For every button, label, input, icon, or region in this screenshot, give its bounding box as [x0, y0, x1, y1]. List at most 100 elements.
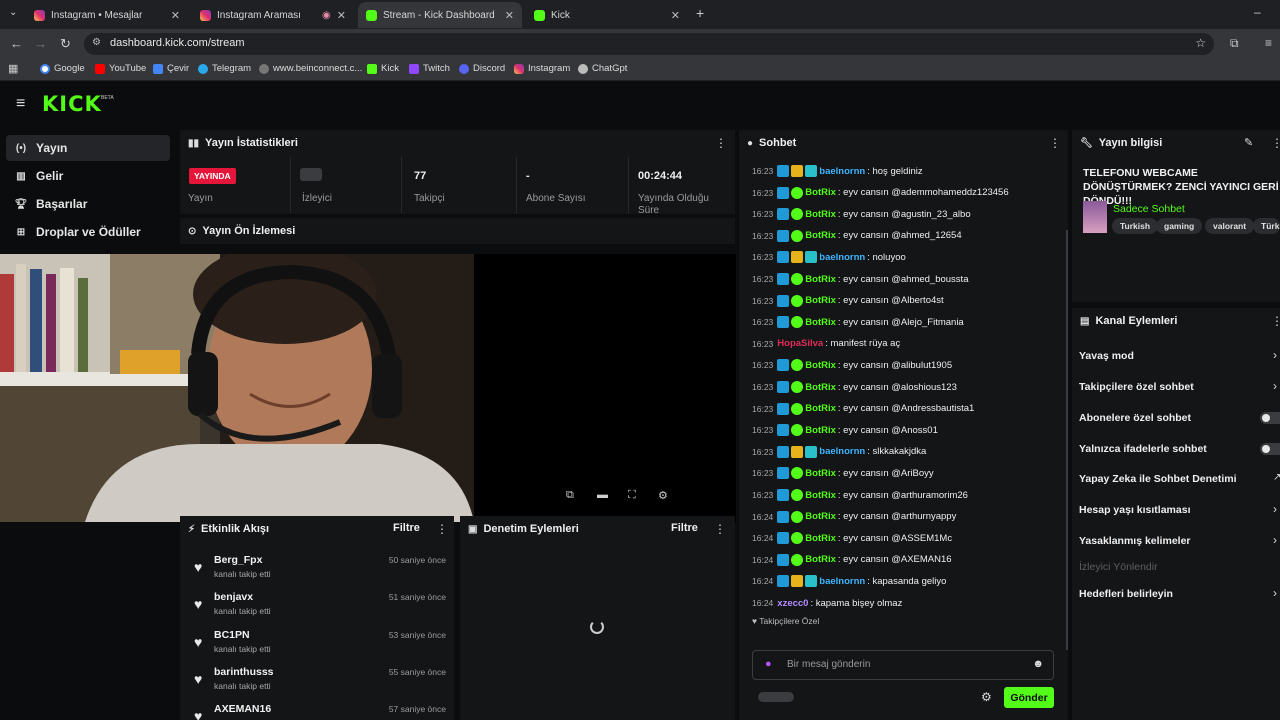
chat-username[interactable]: BotRix: [805, 403, 836, 414]
bookmark-google[interactable]: Google: [40, 63, 85, 74]
close-icon[interactable]: ✕: [171, 9, 180, 22]
tab-kick[interactable]: Kick ✕: [526, 2, 688, 28]
chat-username[interactable]: BotRix: [805, 230, 836, 241]
more-options-icon[interactable]: ⋮: [436, 522, 448, 536]
chevron-right-icon[interactable]: ›: [1273, 533, 1277, 547]
tag-pill[interactable]: Türk: [1253, 218, 1280, 234]
picture-in-picture-icon[interactable]: ⧉: [566, 489, 574, 502]
chat-username[interactable]: BotRix: [805, 274, 836, 285]
external-link-icon[interactable]: ↗: [1273, 472, 1280, 483]
chat-username[interactable]: xzecc0: [777, 598, 808, 609]
sidebar-item-revenue[interactable]: ▥ Gelir: [6, 163, 170, 189]
chevron-right-icon[interactable]: ›: [1273, 502, 1277, 516]
close-icon[interactable]: ✕: [671, 9, 680, 22]
bookmark-kick[interactable]: Kick: [367, 63, 399, 74]
forward-icon[interactable]: →: [34, 36, 47, 51]
chat-username[interactable]: HopaSilva: [777, 338, 823, 349]
chat-username[interactable]: baelnornn: [819, 252, 865, 263]
chat-message-input[interactable]: ● Bir mesaj gönderin ☻: [752, 650, 1054, 680]
tag-pill[interactable]: valorant: [1205, 218, 1255, 234]
back-icon[interactable]: ←: [10, 36, 23, 51]
tag-pill[interactable]: Turkish: [1112, 218, 1159, 234]
close-icon[interactable]: ✕: [337, 9, 346, 22]
action-banned-words[interactable]: Yasaklanmış kelimeler: [1079, 535, 1191, 547]
minimize-icon[interactable]: –: [1254, 5, 1261, 19]
category-link[interactable]: Sadece Sohbet: [1113, 203, 1185, 215]
chat-username[interactable]: baelnornn: [819, 166, 865, 177]
chevron-right-icon[interactable]: ›: [1273, 348, 1277, 362]
bookmark-translate[interactable]: Çevir: [153, 63, 189, 74]
bookmark-beinconnect[interactable]: www.beinconnect.c...: [259, 63, 362, 74]
chat-username[interactable]: BotRix: [805, 360, 836, 371]
apps-grid-icon[interactable]: ▦: [8, 62, 18, 75]
chevron-right-icon[interactable]: ›: [1273, 379, 1277, 393]
site-info-icon[interactable]: ⚙: [92, 37, 101, 48]
tab-kick-dashboard[interactable]: Stream - Kick Dashboard ✕: [358, 2, 522, 28]
bookmark-star-icon[interactable]: ☆: [1195, 36, 1206, 50]
chat-username[interactable]: BotRix: [805, 187, 836, 198]
more-options-icon[interactable]: ⋮: [1049, 136, 1061, 150]
action-ai-moderation[interactable]: Yapay Zeka ile Sohbet Denetimi: [1079, 473, 1237, 485]
new-tab-icon[interactable]: +: [696, 5, 704, 21]
subscribers-only-toggle[interactable]: [1260, 412, 1280, 424]
theater-mode-icon[interactable]: ▬: [597, 489, 608, 501]
edit-pencil-icon[interactable]: ✎: [1244, 136, 1253, 149]
hamburger-menu-icon[interactable]: ≡: [16, 95, 25, 113]
chat-username[interactable]: BotRix: [805, 209, 836, 220]
sidebar-item-achievements[interactable]: 🏆︎ Başarılar: [6, 191, 170, 217]
chat-username[interactable]: BotRix: [805, 317, 836, 328]
chat-username[interactable]: BotRix: [805, 554, 836, 565]
activity-filter-button[interactable]: Filtre: [393, 522, 420, 534]
crown-badge-icon: [791, 445, 804, 458]
chat-badge-toggle-icon[interactable]: [758, 692, 794, 702]
chat-username[interactable]: BotRix: [805, 382, 836, 393]
kick-logo[interactable]: KICK: [42, 92, 102, 116]
chat-username[interactable]: baelnornn: [819, 446, 865, 457]
more-options-icon[interactable]: ⋮: [714, 522, 726, 536]
emoji-icon[interactable]: ☻: [1032, 658, 1044, 670]
action-followers-only[interactable]: Takipçilere özel sohbet: [1079, 381, 1194, 393]
tab-list-chevron-icon[interactable]: ⌄: [9, 7, 17, 18]
bookmark-youtube[interactable]: YouTube: [95, 63, 146, 74]
fullscreen-icon[interactable]: ⛶: [628, 489, 636, 502]
moderation-filter-button[interactable]: Filtre: [671, 522, 698, 534]
settings-gear-icon[interactable]: ⚙: [658, 489, 668, 502]
chat-username[interactable]: BotRix: [805, 468, 836, 479]
chat-username[interactable]: BotRix: [805, 295, 836, 306]
emotes-only-toggle[interactable]: [1260, 443, 1280, 455]
tag-pill[interactable]: gaming: [1156, 218, 1203, 234]
action-emotes-only[interactable]: Yalnızca ifadelerle sohbet: [1079, 443, 1207, 455]
more-options-icon[interactable]: ⋮: [715, 136, 727, 150]
sidebar-item-drops[interactable]: ⊞ Droplar ve Ödüller: [6, 219, 170, 245]
action-slow-mode[interactable]: Yavaş mod: [1079, 350, 1134, 362]
chat-username[interactable]: BotRix: [805, 511, 836, 522]
chat-username[interactable]: BotRix: [805, 490, 836, 501]
chat-username[interactable]: BotRix: [805, 533, 836, 544]
chat-username[interactable]: baelnornn: [819, 576, 865, 587]
reload-icon[interactable]: ↻: [60, 36, 71, 52]
browser-menu-icon[interactable]: ≡: [1265, 36, 1272, 50]
sidebar-item-stream[interactable]: (•) Yayın: [6, 135, 170, 161]
action-account-age[interactable]: Hesap yaşı kısıtlaması: [1079, 504, 1191, 516]
bookmark-instagram[interactable]: Instagram: [514, 63, 570, 74]
chat-scrollbar[interactable]: [1066, 230, 1068, 650]
stream-preview-video[interactable]: ⧉ ▬ ⛶ ⚙: [0, 254, 736, 522]
action-set-goals[interactable]: Hedefleri belirleyin: [1079, 588, 1173, 600]
send-message-button[interactable]: Gönder: [1004, 687, 1054, 708]
more-options-icon[interactable]: ⋮: [1271, 136, 1280, 150]
tab-instagram-search[interactable]: Instagram Araması ◉ ✕: [192, 2, 354, 28]
chat-settings-gear-icon[interactable]: ⚙: [981, 690, 992, 704]
tab-instagram-messages[interactable]: Instagram • Mesajlar ✕: [26, 2, 188, 28]
bookmark-twitch[interactable]: Twitch: [409, 63, 450, 74]
more-options-icon[interactable]: ⋮: [1271, 314, 1280, 328]
close-icon[interactable]: ✕: [505, 9, 514, 22]
chat-username[interactable]: BotRix: [805, 425, 836, 436]
action-subscribers-only[interactable]: Abonelere özel sohbet: [1079, 412, 1191, 424]
extensions-icon[interactable]: ⧉: [1230, 36, 1239, 51]
bookmark-discord[interactable]: Discord: [459, 63, 505, 74]
bookmark-chatgpt[interactable]: ChatGpt: [578, 63, 627, 74]
bookmark-telegram[interactable]: Telegram: [198, 63, 251, 74]
url-field[interactable]: ⚙ dashboard.kick.com/stream ☆: [84, 33, 1214, 55]
chevron-right-icon[interactable]: ›: [1273, 586, 1277, 600]
microphone-icon[interactable]: ●: [765, 658, 772, 670]
